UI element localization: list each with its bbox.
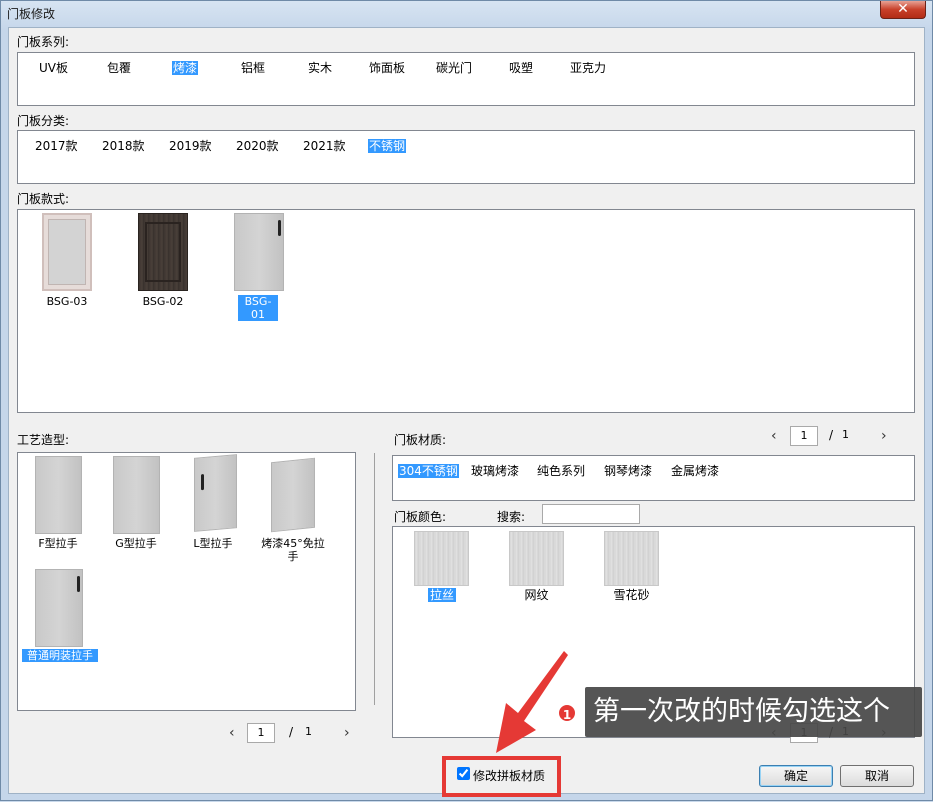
door-panel-edit-dialog: 门板修改 ✕ 门板系列: UV板 包覆 烤漆 铝框 实木 饰面板 碳光门 吸塑 … bbox=[0, 0, 933, 801]
highlight-frame bbox=[442, 756, 561, 797]
annotation-badge: 1 bbox=[557, 703, 577, 723]
annotation-tooltip: 第一次改的时候勾选这个 bbox=[585, 687, 922, 737]
annotation-arrow bbox=[496, 651, 568, 753]
